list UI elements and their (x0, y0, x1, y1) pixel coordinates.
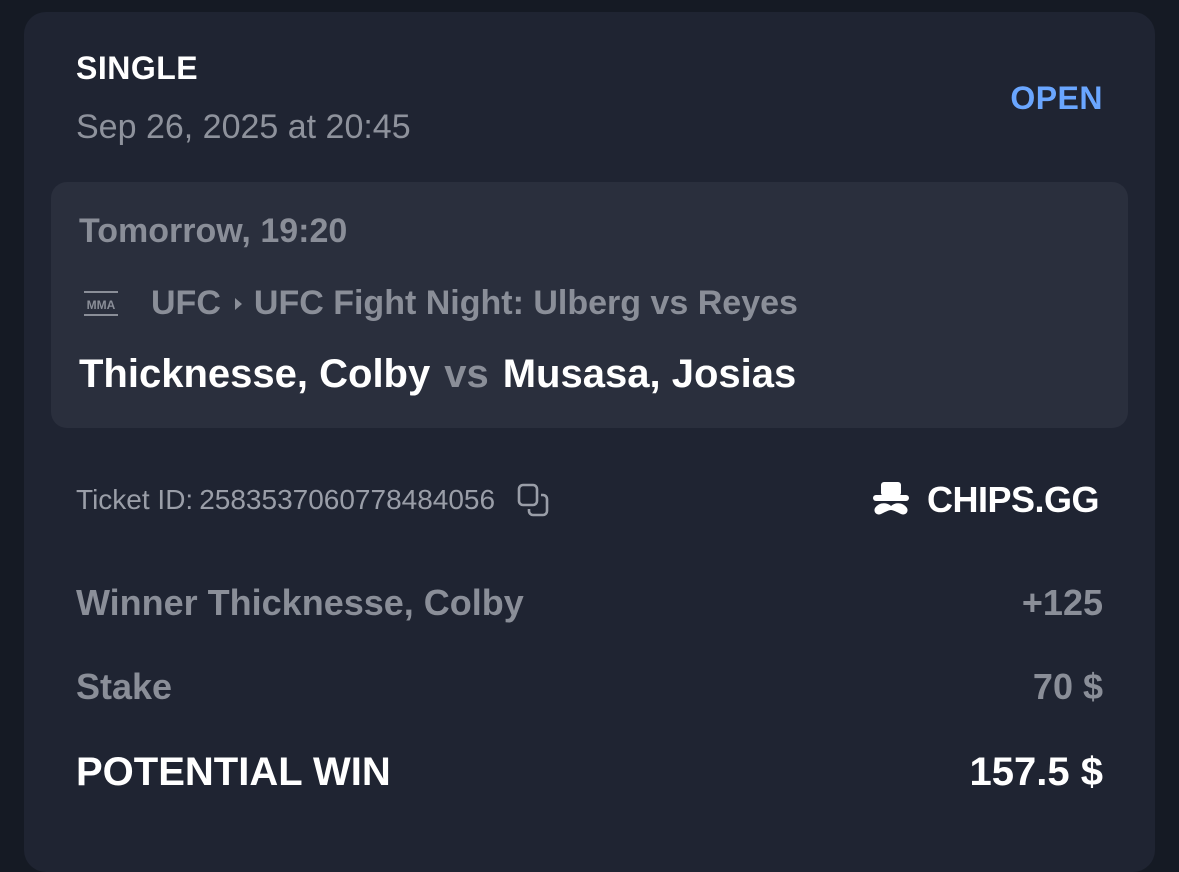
mma-icon: MMA (83, 287, 119, 321)
brand-logo: CHIPS.GG (869, 478, 1100, 522)
away-competitor: Musasa, Josias (502, 352, 797, 396)
placed-at-timestamp: Sep 26, 2025 at 20:45 (76, 108, 411, 146)
chevron-right-icon (234, 297, 242, 310)
selection-label: Winner Thicknesse, Colby (76, 582, 524, 623)
stake-row: Stake 70 $ (76, 666, 1103, 708)
status-badge: OPEN (1010, 80, 1103, 116)
vs-separator: vs (444, 352, 489, 396)
selection-row: Winner Thicknesse, Colby +125 (76, 582, 1103, 624)
bet-ticket-card: SINGLE Sep 26, 2025 at 20:45 OPEN Tomorr… (24, 12, 1155, 872)
svg-text:MMA: MMA (87, 298, 116, 312)
event-time: Tomorrow, 19:20 (79, 212, 348, 250)
ticket-id-label: Ticket ID: (76, 484, 194, 515)
bet-type-label: SINGLE (76, 50, 199, 86)
stake-label: Stake (76, 666, 173, 707)
event-box[interactable]: Tomorrow, 19:20 MMA UFC UFC Fight Night:… (51, 182, 1128, 428)
home-competitor: Thicknesse, Colby (79, 352, 431, 396)
breadcrumb: MMA UFC UFC Fight Night: Ulberg vs Reyes (83, 284, 798, 323)
copy-icon[interactable] (515, 482, 551, 518)
potential-win-label: POTENTIAL WIN (76, 750, 391, 794)
brand-name: CHIPS.GG (926, 479, 1100, 520)
selection-odds: +125 (1021, 582, 1103, 623)
breadcrumb-sport[interactable]: UFC (151, 284, 221, 323)
ticket-id-row: Ticket ID: 2583537060778484056 (76, 482, 551, 518)
potential-win-row: POTENTIAL WIN 157.5 $ (76, 750, 1103, 795)
breadcrumb-tournament[interactable]: UFC Fight Night: Ulberg vs Reyes (254, 284, 798, 323)
mustache-hat-icon (872, 482, 909, 515)
potential-win-value: 157.5 $ (969, 750, 1103, 794)
stake-value: 70 $ (1032, 666, 1103, 707)
ticket-id-value: 2583537060778484056 (199, 484, 496, 515)
matchup: Thicknesse, Colby vs Musasa, Josias (79, 352, 796, 397)
